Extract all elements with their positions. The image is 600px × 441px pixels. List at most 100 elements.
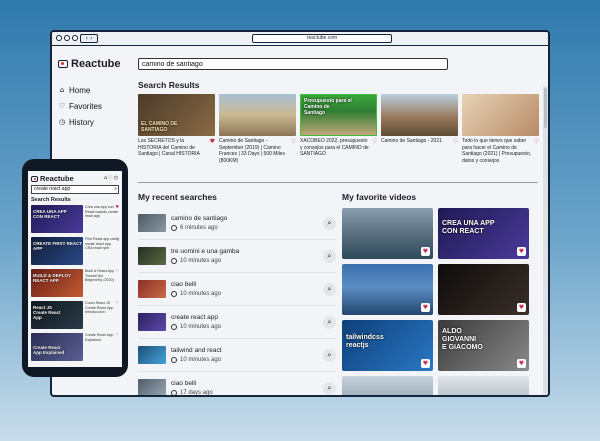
app-logo[interactable]: Reactube [58,58,121,70]
favorite-video-card[interactable]: ♥ [438,264,529,315]
favorite-heart-icon[interactable]: ♥ [421,247,430,256]
video-thumbnail[interactable]: BUILD & DEPLOY REACT APP [31,269,83,297]
sidebar-item-history[interactable]: ◷ History [58,114,102,130]
window-close-dot[interactable] [56,35,62,41]
sidebar-item-favorites[interactable]: ♡ Favorites [58,98,102,114]
video-thumbnail[interactable] [381,94,458,136]
recent-thumbnail[interactable] [138,346,166,364]
page-scrollbar[interactable] [543,86,548,395]
favorite-video-card[interactable]: ♥ [342,208,433,259]
favorite-video-card[interactable]: tailwindcss reactjs ♥ [342,320,433,371]
recent-search-term[interactable]: create react app [171,314,323,321]
favorite-heart-icon[interactable]: ♥ [517,359,526,368]
favorite-heart-icon[interactable]: ♥ [421,359,430,368]
video-thumbnail[interactable]: Create React App Explained [31,333,83,361]
video-thumbnail[interactable]: EL CAMINO DE SANTIAGO [138,94,215,136]
result-title[interactable]: Todo lo que tienes que saber para hacer … [462,138,532,164]
thumbnail-caption: React JS Create React App [33,305,61,320]
search-again-button[interactable]: ⌕ [323,348,336,362]
video-caption: CREA UNA APP CON REACT [442,220,495,235]
recent-search-item[interactable]: ciao belli 10 minutes ago ⌕ [138,273,336,306]
result-title[interactable]: XACOBEO 2022, presupuesto y consejos par… [300,138,370,158]
search-again-button[interactable]: ⌕ [323,249,336,263]
recent-search-term[interactable]: ciao belli [171,380,323,387]
video-thumbnail[interactable]: React JS Create React App [31,301,83,329]
clock-icon[interactable]: ◷ [114,175,119,181]
video-thumbnail[interactable]: CREATE FIRST REACT APP [31,237,83,265]
recent-search-item[interactable]: ciao belli 17 days ago ⌕ [138,372,336,395]
scrollbar-thumb[interactable] [544,88,547,128]
favorite-heart-icon[interactable]: ♡ [115,300,119,306]
recent-search-term[interactable]: tre uomini e una gamba [171,248,323,255]
recent-search-term[interactable]: ciao belli [171,281,323,288]
favorite-heart-icon[interactable]: ♥ [517,247,526,256]
window-controls [56,35,78,41]
thumbnail-caption: BUILD & DEPLOY REACT APP [33,273,71,283]
recent-search-item[interactable]: camino de santiago 6 minutes ago ⌕ [138,207,336,240]
phone-search-input[interactable]: create react app ⌕ [31,185,119,194]
favorite-heart-icon[interactable]: ♡ [372,138,377,158]
recent-search-term[interactable]: camino de santiago [171,215,323,222]
sidebar-item-home[interactable]: ⌂ Home [58,82,102,98]
video-thumbnail[interactable]: Presupuesto para el Camino de Santiago [300,94,377,136]
recent-search-item[interactable]: tre uomini e una gamba 10 minutes ago ⌕ [138,240,336,273]
phone-app-logo[interactable]: Reactube [31,174,74,183]
search-input[interactable] [138,58,448,70]
result-card[interactable]: Todo lo que tienes que saber para hacer … [462,94,539,164]
address-bar[interactable]: reactube.com [252,34,392,43]
search-icon[interactable]: ⌕ [114,186,117,193]
favorite-video-card[interactable]: ♥ [342,264,433,315]
recent-search-item[interactable]: tailwind and react 10 minutes ago ⌕ [138,339,336,372]
video-thumbnail[interactable] [462,94,539,136]
favorite-heart-icon[interactable]: ♡ [115,268,119,274]
result-title[interactable]: Camino de Santiago - 2021 [381,138,451,145]
phone-result-title[interactable]: Build & React App Tutorial (for Beginner… [85,269,114,282]
favorite-video-card[interactable]: CREA UNA APP CON REACT ♥ [438,208,529,259]
window-minimize-dot[interactable] [64,35,70,41]
favorite-heart-icon[interactable]: ♥ [210,138,215,158]
favorite-heart-icon[interactable]: ♡ [115,332,119,338]
recent-thumbnail[interactable] [138,280,166,298]
result-card[interactable]: EL CAMINO DE SANTIAGO Los SECRETOS y la … [138,94,215,164]
favorite-heart-icon[interactable]: ♡ [291,138,296,164]
video-thumbnail[interactable]: CREA UNA APP CON REACT [31,205,83,233]
favorite-heart-icon[interactable]: ♡ [453,138,458,145]
window-maximize-dot[interactable] [72,35,78,41]
phone-result-item[interactable]: CREATE FIRST REACT APP First React app u… [31,236,119,269]
favorite-video-card[interactable] [438,376,529,395]
recent-search-item[interactable]: create react app 10 minutes ago ⌕ [138,306,336,339]
phone-result-item[interactable]: Create React App Explained Create React … [31,332,119,365]
phone-result-item[interactable]: BUILD & DEPLOY REACT APP Build & React A… [31,268,119,301]
recent-thumbnail[interactable] [138,379,166,395]
result-card[interactable]: Camino de Santiago - 2021 ♡ [381,94,458,164]
result-title[interactable]: Camino de Santiago - September (2019) | … [219,138,289,164]
phone-result-item[interactable]: React JS Create React App Curso React JS… [31,300,119,333]
phone-result-title[interactable]: Curso React JS Create React App Introduc… [85,301,113,314]
recent-thumbnail[interactable] [138,214,166,232]
recent-search-term[interactable]: tailwind and react [171,347,323,354]
phone-result-title[interactable]: Create React App Explained [85,333,113,342]
favorite-heart-icon[interactable]: ♥ [517,303,526,312]
nav-arrows-icon[interactable]: ‹ › [80,34,98,43]
favorite-video-card[interactable]: ALDO GIOVANNI E GIACOMO ♥ [438,320,529,371]
result-title[interactable]: Los SECRETOS y la HISTORIA del Camino de… [138,138,208,158]
recent-thumbnail[interactable] [138,247,166,265]
phone-result-title[interactable]: First React app using create react app C… [85,237,119,250]
phone-result-item[interactable]: CREA UNA APP CON REACT Crea una app con … [31,204,119,237]
video-thumbnail[interactable] [219,94,296,136]
sidebar: ⌂ Home ♡ Favorites ◷ History [58,82,102,130]
phone-result-title[interactable]: Crea una app con React usando create rea… [85,205,118,218]
result-card[interactable]: Presupuesto para el Camino de Santiago X… [300,94,377,164]
favorite-heart-icon[interactable]: ♡ [115,236,119,242]
search-again-button[interactable]: ⌕ [323,381,336,395]
result-card[interactable]: Camino de Santiago - September (2019) | … [219,94,296,164]
favorite-heart-icon[interactable]: ♡ [534,138,539,164]
favorite-heart-icon[interactable]: ♥ [421,303,430,312]
search-again-button[interactable]: ⌕ [323,216,336,230]
search-again-button[interactable]: ⌕ [323,282,336,296]
thumbnail-caption: CREATE FIRST REACT APP [33,241,83,251]
search-again-button[interactable]: ⌕ [323,315,336,329]
favorite-video-card[interactable] [342,376,433,395]
recent-thumbnail[interactable] [138,313,166,331]
favorite-heart-icon[interactable]: ♥ [115,204,119,210]
